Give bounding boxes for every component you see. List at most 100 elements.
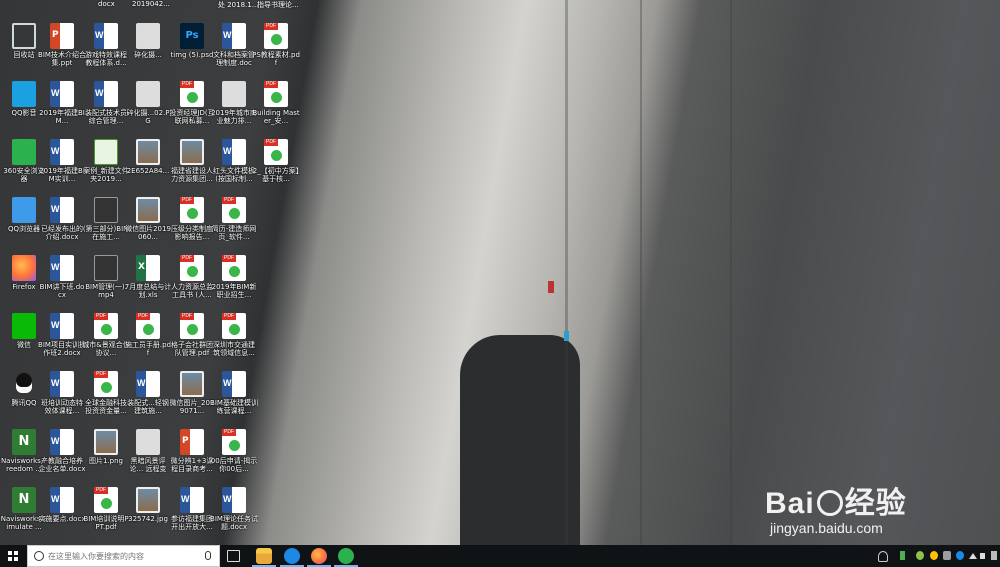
green-app-icon[interactable] xyxy=(916,551,924,560)
desktop-icon-c5r6[interactable]: 格子会社群团队管理.pdf xyxy=(168,310,216,366)
desktop-icon-c6r2[interactable]: 2019年城市商业魅力排... xyxy=(210,78,258,134)
desktop-icon-c5r5[interactable]: 人力资源总监工具书 (人... xyxy=(168,252,216,308)
qq-browser-icon xyxy=(12,197,36,223)
desktop-icon-c2r8[interactable]: 产教融合培养企业名单.docx xyxy=(38,426,86,482)
watermark-brand: Bai 经验 xyxy=(765,487,907,520)
desktop-icon-c5r8[interactable]: 微分辨1+3课程目录商考... xyxy=(168,426,216,482)
pdf-icon xyxy=(180,81,204,107)
desktop-icon-c4r3[interactable]: 2E652A84... xyxy=(124,136,172,192)
file-explorer-icon[interactable] xyxy=(252,548,276,567)
desktop-wallpaper[interactable]: docx 2019042... 处 2018.1... 指导书理论... 回收站… xyxy=(0,0,1000,545)
desktop-icon-c6r3[interactable]: 红头文件模板(按国标制... xyxy=(210,136,258,192)
desktop-icon-c2r9[interactable]: 实施要点.docx xyxy=(38,484,86,540)
bluetooth-icon[interactable] xyxy=(956,551,964,560)
pdf-icon xyxy=(180,255,204,281)
desktop-icon-c6r6[interactable]: 深圳市交通建筑领域信息... xyxy=(210,310,258,366)
desktop-icon-label: BIM技术介绍合集.ppt xyxy=(38,51,86,67)
desktop-icon-c3r7[interactable]: 全球金融科技投资资金量... xyxy=(82,368,130,424)
word-icon xyxy=(94,23,118,49)
tray-app-icon[interactable] xyxy=(930,551,938,560)
desktop-icon-c7r3[interactable]: 2_【初中方案】基于核... xyxy=(252,136,300,192)
firefox-taskbar-icon[interactable] xyxy=(307,548,331,567)
360-browser-taskbar-icon[interactable] xyxy=(334,548,358,567)
desktop-icon-c3r1[interactable]: 游戏特效课程教程体系.d... xyxy=(82,20,130,76)
desktop-icon-c2r1[interactable]: BIM技术介绍合集.ppt xyxy=(38,20,86,76)
desktop-icon-c3r6[interactable]: 城市&景观合作协议... xyxy=(82,310,130,366)
desktop-icon-label: 已经发布出的介绍.docx xyxy=(41,225,83,241)
pdf-icon xyxy=(94,371,118,397)
desktop-icon-label: 2E652A84... xyxy=(126,167,170,175)
desktop-icon-c6r1[interactable]: 文科和档案管理制度.doc xyxy=(210,20,258,76)
desktop-icon-c3r3[interactable]: 案例_新建文件夹2019... xyxy=(82,136,130,192)
top-strip-item[interactable]: 处 2018.1... xyxy=(218,0,258,10)
desktop-icon-c6r9[interactable]: BIM理论任务试题.docx xyxy=(210,484,258,540)
windows-logo-icon xyxy=(8,551,18,561)
desktop-icon-c4r6[interactable]: 施工员手册.pdf xyxy=(124,310,172,366)
desktop-icon-c3r4[interactable]: (第三部分)BIM在施工... xyxy=(82,194,130,250)
image-file-icon xyxy=(136,197,160,223)
desktop-icon-c5r4[interactable]: 压级分类制度影响报告... xyxy=(168,194,216,250)
people-icon[interactable] xyxy=(878,551,888,562)
desktop-icon-label: 施工员手册.pdf xyxy=(124,341,172,357)
desktop-icon-c5r2[interactable]: 投资经理JD(互联网私募... xyxy=(168,78,216,134)
desktop-icon-c3r2[interactable]: 装配式技术员综合管理... xyxy=(82,78,130,134)
desktop-icon-c4r7[interactable]: 装配式...轻钢建筑施... xyxy=(124,368,172,424)
word-icon xyxy=(50,81,74,107)
qq-browser-taskbar-icon[interactable] xyxy=(280,548,304,567)
task-view-icon[interactable] xyxy=(227,550,240,562)
desktop-icon-c2r3[interactable]: 2019年福建BIM实训... xyxy=(38,136,86,192)
microphone-icon[interactable] xyxy=(205,551,211,560)
desktop-icon-c2r5[interactable]: BIM讲下班.docx xyxy=(38,252,86,308)
pdf-icon xyxy=(136,313,160,339)
desktop-icon-c2r2[interactable]: 2019年福建BIM... xyxy=(38,78,86,134)
desktop-icon-c4r5[interactable]: 7月度总结与计划.xls xyxy=(124,252,172,308)
360-browser-icon xyxy=(12,139,36,165)
desktop-icon-c4r9[interactable]: 325742.jpg xyxy=(124,484,172,540)
start-button[interactable] xyxy=(0,545,26,567)
desktop-icon-c4r2[interactable]: 碎化摄...02.PG xyxy=(124,78,172,134)
desktop-icon-c6r5[interactable]: 2019年BIM新职业招生... xyxy=(210,252,258,308)
desktop-icon-c7r2[interactable]: Building Master_安... xyxy=(252,78,300,134)
desktop-icon-label: 产教融合培养企业名单.docx xyxy=(38,457,86,473)
video-file-icon xyxy=(94,197,118,223)
ime-icon[interactable] xyxy=(991,551,997,560)
taskbar-search-box[interactable] xyxy=(27,545,220,567)
desktop-icon-c5r1[interactable]: Ps timg (5).psd xyxy=(168,20,216,76)
desktop-icon-label: 7月度总结与计划.xls xyxy=(124,283,172,299)
desktop-icon-label: BIM管理(一).mp4 xyxy=(85,283,127,299)
desktop-icon-label: 投资经理JD(互联网私募... xyxy=(169,109,215,125)
desktop-icon-c3r5[interactable]: BIM管理(一).mp4 xyxy=(82,252,130,308)
image-file-icon xyxy=(94,429,118,455)
speaker-icon[interactable] xyxy=(980,553,985,559)
desktop-icon-c4r4[interactable]: 微信图片2019060... xyxy=(124,194,172,250)
desktop-icon-c5r3[interactable]: 福建省建设人力资源集团... xyxy=(168,136,216,192)
desktop-icon-label: 实施要点.docx xyxy=(38,515,86,523)
top-strip-item[interactable]: docx xyxy=(98,0,115,8)
qq-penguin-icon xyxy=(12,371,36,397)
desktop-icon-label: 2_【初中方案】基于核... xyxy=(252,167,300,183)
desktop-icon-c5r7[interactable]: 微信图片_2019071... xyxy=(168,368,216,424)
desktop-icon-c2r7[interactable]: 班培训动态特效体课程... xyxy=(38,368,86,424)
desktop-icon-c7r1[interactable]: PS教程素材.pdf xyxy=(252,20,300,76)
desktop-icon-label: 2019年福建BIM... xyxy=(39,109,85,125)
top-strip-item[interactable]: 2019042... xyxy=(132,0,170,8)
desktop-icon-c4r8[interactable]: 黑暗风景评论... 远程变更... xyxy=(124,426,172,482)
desktop-icon-c6r8[interactable]: 00后申请-揭示你00后... xyxy=(210,426,258,482)
top-strip-item[interactable]: 指导书理论... xyxy=(257,0,299,10)
desktop-icon-c6r7[interactable]: BIM基础建模训练营课程... xyxy=(210,368,258,424)
desktop-icon-c6r4[interactable]: 简历-建造师网页_软件... xyxy=(210,194,258,250)
desktop-icon-c3r8[interactable]: 图片1.png xyxy=(82,426,130,482)
desktop-icon-label: 微信图片_2019071... xyxy=(169,399,215,415)
desktop-icon-label: 00后申请-揭示你00后... xyxy=(210,457,258,473)
security-icon[interactable] xyxy=(943,551,951,560)
search-input[interactable] xyxy=(48,548,198,564)
desktop-icon-label: BIM项目实训操作班2.docx xyxy=(38,341,86,357)
desktop-icon-c2r4[interactable]: 已经发布出的介绍.docx xyxy=(38,194,86,250)
desktop-icon-c3r9[interactable]: BIM培训说明PPT.pdf xyxy=(82,484,130,540)
desktop-icon-label: 文科和档案管理制度.doc xyxy=(213,51,255,67)
desktop-icon-c2r6[interactable]: BIM项目实训操作班2.docx xyxy=(38,310,86,366)
battery-icon[interactable] xyxy=(900,551,905,560)
network-icon[interactable] xyxy=(969,553,977,559)
desktop-icon-c4r1[interactable]: 碎化摄... xyxy=(124,20,172,76)
desktop-icon-c5r9[interactable]: 参访福建集团开出开放大... xyxy=(168,484,216,540)
